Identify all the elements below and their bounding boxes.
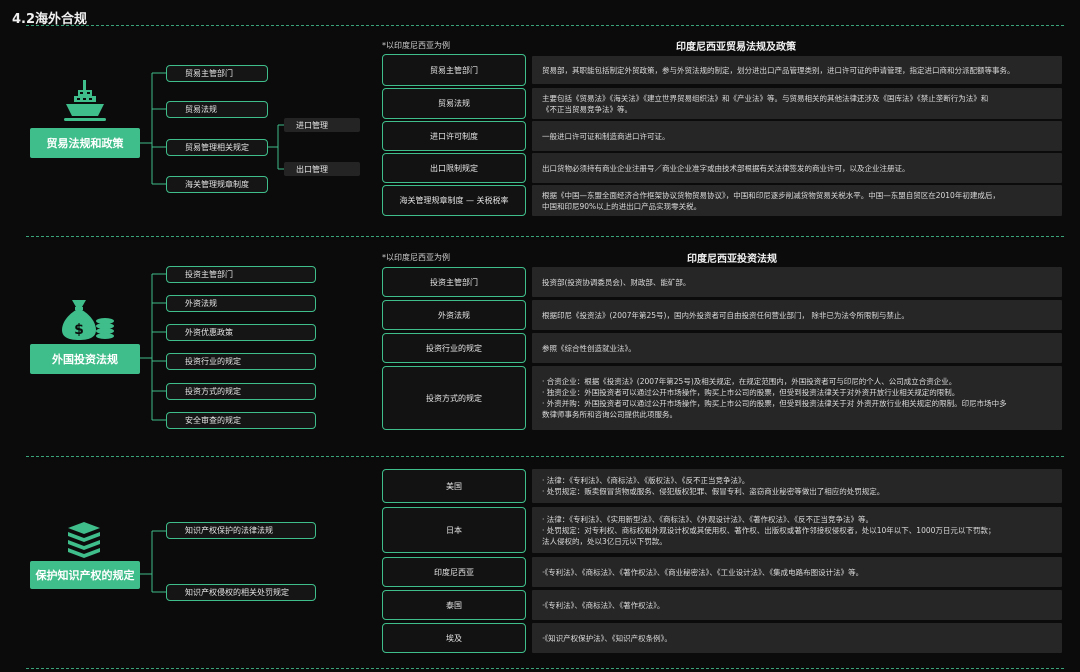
row-key: 投资行业的规定 xyxy=(382,333,526,363)
branch-customs-rules: 海关管理规章制度 xyxy=(166,176,268,193)
svg-text:$: $ xyxy=(74,322,84,338)
row-key: 外资法规 xyxy=(382,300,526,330)
row-key: 贸易法规 xyxy=(382,88,526,119)
row-value: · 合资企业：根据《投资法》(2007年第25号)及相关规定，在规定范围内，外国… xyxy=(532,366,1062,430)
branch-foreign-investment-laws: 外资法规 xyxy=(166,295,316,312)
row-key: 日本 xyxy=(382,507,526,553)
row-key: 埃及 xyxy=(382,623,526,653)
row-value: ·《专利法》、《商标法》、《著作权法》。 xyxy=(532,590,1062,620)
books-icon xyxy=(64,520,104,560)
row-value: 一般进口许可证和制造商进口许可证。 xyxy=(532,121,1062,151)
section-heading: 印度尼西亚投资法规 xyxy=(687,254,777,265)
branch-investment-methods: 投资方式的规定 xyxy=(166,383,316,400)
branch-trade-authority: 贸易主管部门 xyxy=(166,65,268,82)
row-key: 泰国 xyxy=(382,590,526,620)
category-trade-laws: 贸易法规和政策 xyxy=(30,128,140,158)
money-bag-icon: $ xyxy=(62,298,116,342)
row-key: 美国 xyxy=(382,469,526,503)
row-value: 出口货物必须持有商业企业注册号／商业企业准字或由技术部根据有关法律签发的商业许可… xyxy=(532,153,1062,183)
branch-industry-rules: 投资行业的规定 xyxy=(166,353,316,370)
sub-import-management: 进口管理 xyxy=(284,118,360,132)
row-key: 海关管理规章制度 — 关税税率 xyxy=(382,185,526,216)
row-value: · 法律：《专利法》、《实用新型法》、《商标法》、《外观设计法》、《著作权法》、… xyxy=(532,507,1062,553)
row-key: 贸易主管部门 xyxy=(382,54,526,86)
branch-security-review: 安全审查的规定 xyxy=(166,412,316,429)
branch-investment-incentives: 外资优惠政策 xyxy=(166,324,316,341)
row-key: 投资方式的规定 xyxy=(382,366,526,430)
row-key: 进口许可制度 xyxy=(382,121,526,151)
example-note: *以印度尼西亚为例 xyxy=(382,41,450,50)
row-value: 投资部(投资协调委员会)、财政部、能矿部。 xyxy=(532,267,1062,297)
ship-icon xyxy=(60,78,110,126)
branch-trade-management: 贸易管理相关规定 xyxy=(166,139,268,156)
row-value: ·《专利法》、《商标法》、《著作权法》、《商业秘密法》、《工业设计法》、《集成电… xyxy=(532,557,1062,587)
section-heading: 印度尼西亚贸易法规及政策 xyxy=(676,42,796,53)
category-ip-protection: 保护知识产权的规定 xyxy=(30,561,140,589)
row-value: 根据《中国—东盟全面经济合作框架协议货物贸易协议》，中国和印尼逐步削减货物贸易关… xyxy=(532,185,1062,216)
row-value: ·《知识产权保护法》、《知识产权条例》。 xyxy=(532,623,1062,653)
branch-investment-authority: 投资主管部门 xyxy=(166,266,316,283)
row-value: 根据印尼《投资法》(2007年第25号)，国内外投资者可自由投资任何营业部门， … xyxy=(532,300,1062,330)
row-key: 投资主管部门 xyxy=(382,267,526,297)
category-foreign-investment: 外国投资法规 xyxy=(30,344,140,374)
row-value: 参照《综合性创造就业法》。 xyxy=(532,333,1062,363)
sub-export-management: 出口管理 xyxy=(284,162,360,176)
row-key: 印度尼西亚 xyxy=(382,557,526,587)
row-value: 主要包括《贸易法》《海关法》《建立世界贸易组织法》和《产业法》等。与贸易相关的其… xyxy=(532,88,1062,119)
example-note: *以印度尼西亚为例 xyxy=(382,253,450,262)
branch-ip-penalties: 知识产权侵权的相关处罚规定 xyxy=(166,584,316,601)
row-value: 贸易部，其职能包括制定外贸政策，参与外贸法规的制定，划分进出口产品管理类别，进口… xyxy=(532,56,1062,84)
branch-ip-laws: 知识产权保护的法律法规 xyxy=(166,522,316,539)
branch-trade-laws: 贸易法规 xyxy=(166,101,268,118)
row-key: 出口限制规定 xyxy=(382,153,526,183)
row-value: · 法律：《专利法》、《商标法》、《版权法》、《反不正当竞争法》。 · 处罚规定：… xyxy=(532,469,1062,503)
